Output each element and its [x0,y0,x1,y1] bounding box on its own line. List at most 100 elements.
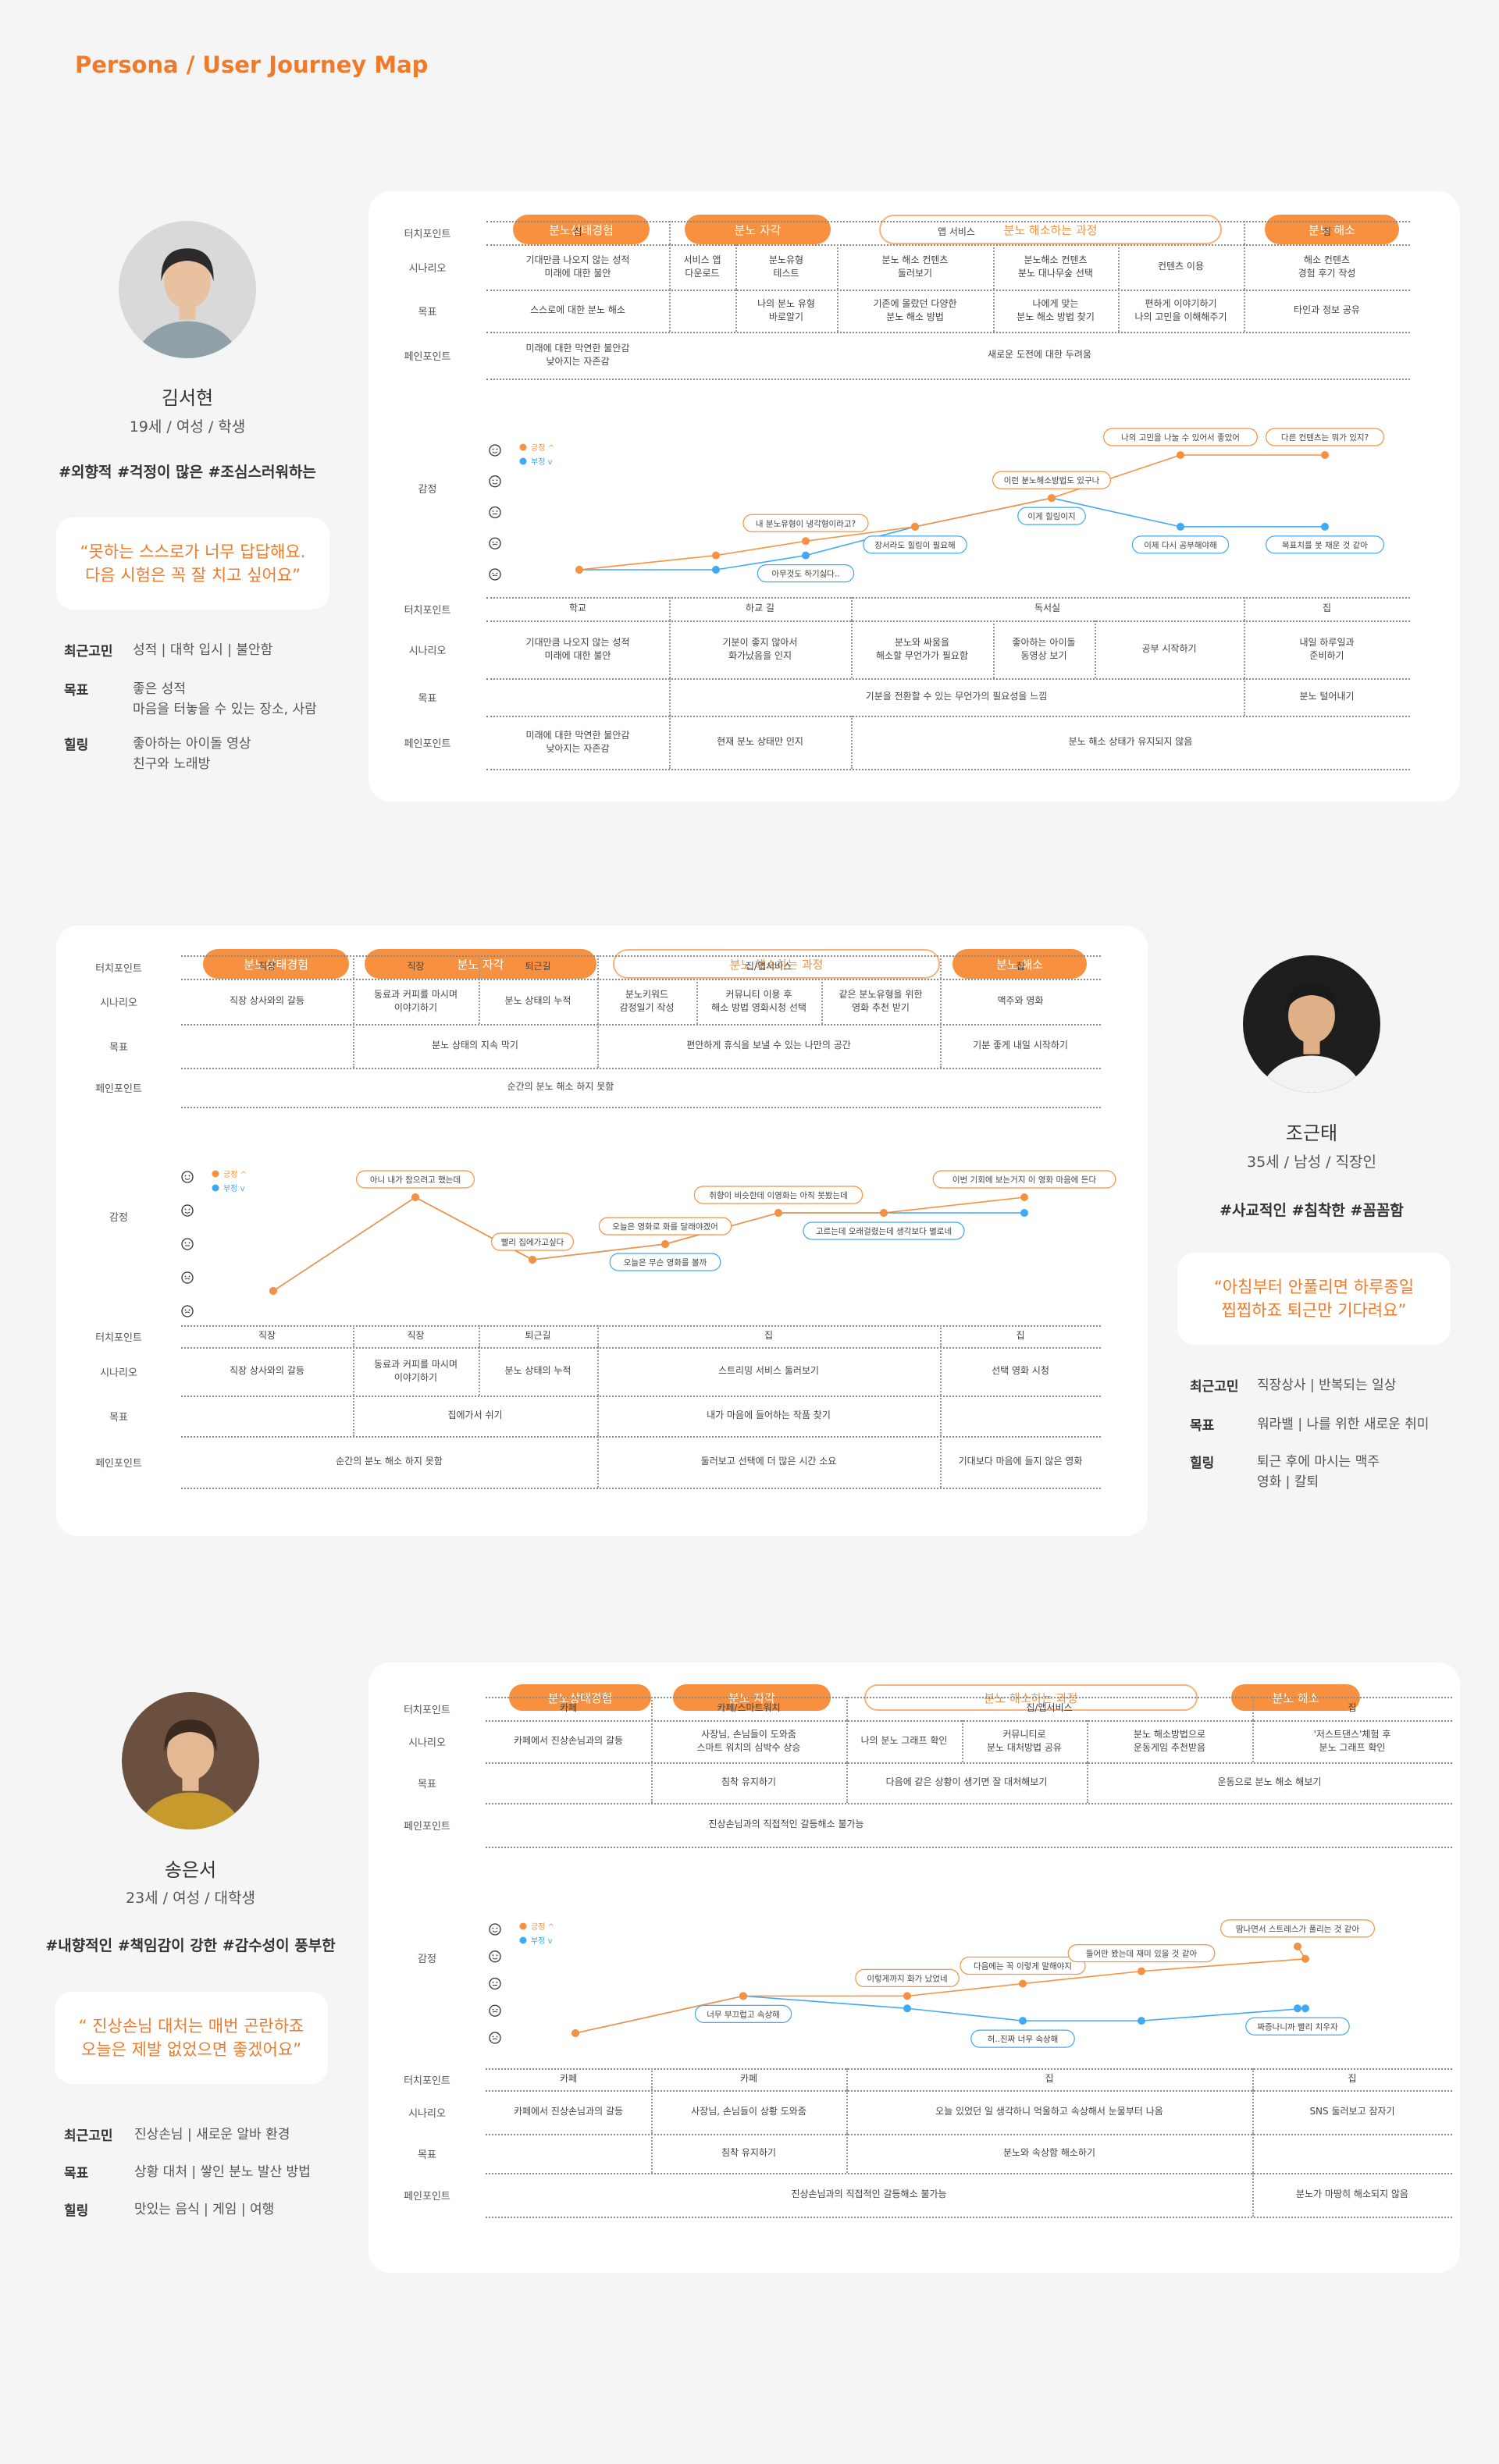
emotion-bubble-text: 짜증나니까 빨리 치우자 [1257,2022,1338,2032]
legend-positive-marker [519,443,527,451]
persona-info-value: 워라밸 | 나를 위한 새로운 취미 [1257,1417,1430,1432]
emotion-bubble-text: 오늘은 무슨 영화를 볼까 [624,1258,707,1268]
emotion-point-negative [1294,2004,1301,2013]
persona-quote: “못하는 스스로가 너무 답답해요. 다음 시험은 꼭 잘 치고 싶어요” [56,517,329,610]
emotion-point-negative [712,566,720,574]
emotion-bubble-text: 허..진짜 너무 속상해 [988,2034,1059,2044]
emotion-point-negative [1301,2004,1309,2013]
persona-info-value: 직장상사 | 반복되는 일상 [1257,1378,1397,1393]
emotion-bubble-text: 들어만 봤는데 재미 있을 것 같아 [1086,1950,1198,1959]
emotion-point-positive [739,1992,747,2000]
persona-info-label: 목표 [64,2166,89,2181]
persona-info-value: 좋은 성적 마음을 터놓을 수 있는 장소, 사람 [133,681,317,718]
legend-positive-marker [212,1170,219,1178]
emotion-bubble-text: 아무것도 하기싫다.. [771,569,839,579]
emotion-bubble-text: 이번 기회에 보는거지 이 영화 마음에 든다 [952,1175,1097,1185]
emotion-face-icon [489,537,501,549]
emotion-bubble-text: 고르는데 오래걸렸는데 생각보다 별로네 [816,1226,952,1236]
legend-negative-label: 부정 v [531,457,553,467]
emotion-bubble-text: 너무 부끄럽고 속상해 [707,2009,780,2019]
emotion-point-positive [903,1992,911,2000]
persona-info-value: 좋아하는 아이돌 영상 친구와 노래방 [133,736,251,773]
persona-tags: #내향적인 #책임감이 강한 #감수성이 풍부한 [45,1937,336,1954]
avatar [119,221,256,358]
emotion-point-negative [1321,522,1329,531]
emotion-face-icon [489,568,501,581]
persona-info-label: 최근고민 [1190,1379,1239,1395]
emotion-face-icon [489,1977,501,1990]
journey-map-card: 분노상태경험 분노 자각 분노 해소하는 과정 분노 해소 터치포인트 시나리오 목표 페인포… [369,191,1460,802]
emotion-point-positive [802,537,810,546]
emotion-point-positive [774,1209,782,1217]
emotion-face-icon [489,2032,501,2044]
emotion-point-positive [880,1209,888,1217]
legend-negative-marker [519,457,527,465]
persona-tags: #사교적인 #침착한 #꼼꼼함 [1219,1202,1404,1219]
emotion-chart: 긍정 ^ 부정 v 이렇게까지 화가 났었네 다음에는 꼭 이렇게 말해야지 들어만 봤… [489,1919,1375,2048]
persona-quote: “ 진상손님 대처는 매번 곤란하죠 오늘은 제발 없었으면 좋겠어요” [55,1992,328,2084]
legend-positive-label: 긍정 ^ [531,1922,554,1932]
journey-map-card: 분노상태경험 분노 자각 분노 해소하는 과정 분노 해소 터치포인트 시나리오 목표 페인포… [56,926,1148,1536]
journey-map-card: 분노상태경험 분노 자각 분노 해소하는 과정 분노 해소 터치포인트 시나리오 목표 페인포… [369,1662,1460,2273]
emotion-face-icon [489,444,501,457]
emotion-point-positive [661,1240,669,1248]
emotion-point-negative [1020,1209,1028,1217]
emotion-face-icon [181,1171,194,1183]
emotion-point-positive [411,1193,419,1201]
persona-info-value: 상황 대처 | 쌓인 분노 발산 방법 [134,2164,311,2180]
emotion-bubble-text: 다른 컨텐츠는 뭐가 있지? [1281,433,1369,443]
emotion-point-positive [529,1256,536,1264]
emotion-face-icon [181,1305,194,1317]
persona-name: 송은서 [164,1859,217,1881]
emotion-point-positive [1177,451,1184,459]
persona-meta: 23세 / 여성 / 대학생 [125,1890,256,1907]
emotion-point-positive [1321,451,1329,459]
persona-tags: #외향적 #걱정이 많은 #조심스러워하는 [59,464,316,481]
persona-info-label: 힐링 [64,2203,89,2219]
emotion-face-icon [489,1923,501,1936]
persona-info-label: 최근고민 [64,644,113,660]
emotion-face-icon [181,1238,194,1250]
emotion-line-negative [272,1196,1024,1292]
emotion-point-negative [802,551,810,560]
emotion-bubble-text: 오늘은 영화로 화를 달래야겠어 [612,1221,718,1232]
legend-positive-marker [519,1922,527,1930]
emotion-chart: 긍정 ^ 부정 v 내 분노유형이 냉각형이라고? 이런 분노해소방법도 있구나 나의 … [489,428,1384,583]
emotion-point-positive [1138,1967,1145,1975]
emotion-point-positive [911,522,919,531]
persona-name: 조근태 [1285,1122,1338,1144]
emotion-face-icon [489,2004,501,2017]
legend-positive-label: 긍정 ^ [223,1170,247,1179]
emotion-bubble-text: 내 분노유형이 냉각형이라고? [756,519,856,528]
emotion-point-positive [269,1287,277,1295]
legend-negative-label: 부정 v [223,1184,245,1193]
emotion-face-icon [489,1950,501,1963]
emotion-line-negative [575,1995,1306,2034]
emotion-face-icon [489,506,501,519]
emotion-bubble-text: 땀나면서 스트레스가 풀리는 것 같아 [1236,1925,1360,1934]
persona-info-value: 퇴근 후에 마시는 맥주 영화 | 칼퇴 [1257,1454,1380,1491]
persona-info-label: 최근고민 [64,2128,113,2144]
emotion-bubble-text: 아니 내가 참으려고 했는데 [370,1175,461,1185]
legend-negative-label: 부정 v [531,1936,553,1946]
emotion-bubble-text: 나의 고민을 나눌 수 있어서 좋았어 [1121,433,1240,443]
persona-meta: 35세 / 남성 / 직장인 [1246,1154,1377,1171]
emotion-point-positive [1294,1942,1301,1950]
persona-meta: 19세 / 여성 / 학생 [129,418,246,436]
emotion-point-positive [571,2029,579,2037]
emotion-point-positive [1020,1193,1028,1201]
emotion-bubble-text: 목표치를 못 채운 것 같아 [1282,541,1368,550]
emotion-bubble-text: 장서라도 힐링이 필요해 [874,540,955,550]
emotion-bubble-text: 이런 분노해소방법도 있구나 [1004,475,1100,485]
emotion-point-positive [1048,494,1056,503]
emotion-bubble-text: 취향이 비슷한데 이영화는 아직 못봤는데 [709,1191,848,1200]
emotion-bubble-text: 이렇게까지 화가 났었네 [867,1973,947,1983]
emotion-point-positive [575,566,583,574]
emotion-bubble-text: 빨리 집에가고싶다 [501,1238,564,1247]
persona-info-value: 맛있는 음식 | 게임 | 여행 [134,2202,275,2217]
emotion-bubble-text: 다음에는 꼭 이렇게 말해야지 [974,1961,1072,1972]
emotion-face-icon [181,1271,194,1284]
emotion-point-positive [1301,1954,1309,1963]
emotion-point-negative [1019,2017,1027,2025]
persona-info-label: 목표 [1190,1418,1215,1434]
